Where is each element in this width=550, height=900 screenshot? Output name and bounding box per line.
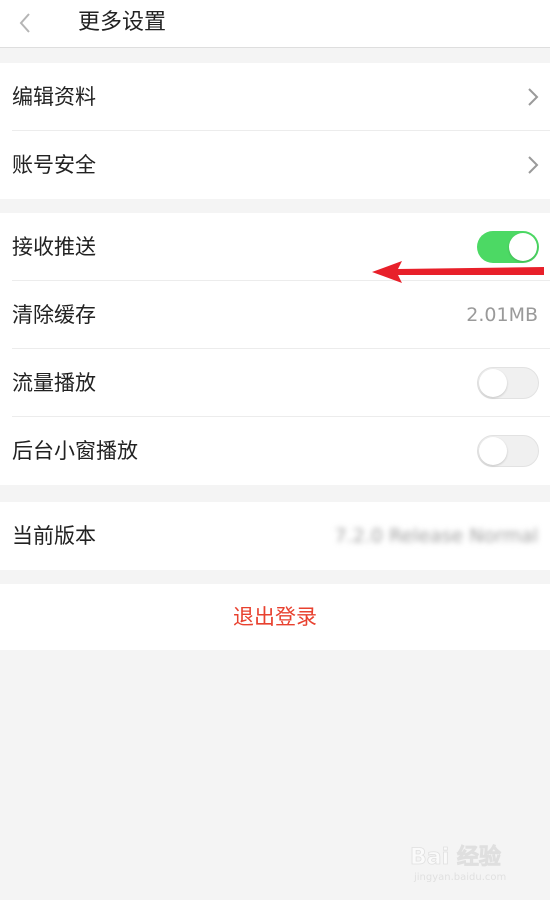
clear-cache-label: 清除缓存 xyxy=(12,303,96,327)
account-security-row[interactable]: 账号安全 xyxy=(0,131,550,199)
edit-profile-label: 编辑资料 xyxy=(12,85,96,109)
toggle-knob xyxy=(479,437,507,465)
data-playback-toggle[interactable] xyxy=(477,367,539,399)
current-version-label: 当前版本 xyxy=(12,524,96,548)
clear-cache-row[interactable]: 清除缓存 2.01MB xyxy=(0,281,550,349)
version-value: 7.2.0 Release Normal xyxy=(334,525,538,547)
annotation-arrow-icon xyxy=(372,261,544,283)
chevron-left-icon xyxy=(19,13,30,33)
preferences-section: 接收推送 清除缓存 2.01MB 流量播放 后台小窗播放 xyxy=(0,213,550,485)
edit-profile-row[interactable]: 编辑资料 xyxy=(0,63,550,131)
data-playback-label: 流量播放 xyxy=(12,371,96,395)
background-window-row: 后台小窗播放 xyxy=(0,417,550,485)
receive-push-label: 接收推送 xyxy=(12,235,96,259)
header-bar: 更多设置 xyxy=(0,0,550,48)
watermark-logo: Bai 经验 jingyan.baidu.com xyxy=(410,844,506,883)
toggle-knob xyxy=(479,369,507,397)
about-section: 当前版本 7.2.0 Release Normal xyxy=(0,502,550,570)
chevron-right-icon xyxy=(528,88,539,106)
watermark-url-text: jingyan.baidu.com xyxy=(413,872,506,883)
page-title: 更多设置 xyxy=(78,10,167,35)
cache-size-value: 2.01MB xyxy=(466,304,538,326)
toggle-knob xyxy=(509,233,537,261)
logout-button[interactable]: 退出登录 xyxy=(0,584,550,650)
current-version-row: 当前版本 7.2.0 Release Normal xyxy=(0,502,550,570)
background-window-toggle[interactable] xyxy=(477,435,539,467)
logout-section: 退出登录 xyxy=(0,584,550,650)
watermark-logo-text: Bai 经验 xyxy=(410,844,501,870)
data-playback-row: 流量播放 xyxy=(0,349,550,417)
account-security-label: 账号安全 xyxy=(12,153,96,177)
back-button[interactable] xyxy=(8,6,42,40)
account-section: 编辑资料 账号安全 xyxy=(0,63,550,199)
chevron-right-icon xyxy=(528,156,539,174)
background-window-label: 后台小窗播放 xyxy=(12,439,138,463)
